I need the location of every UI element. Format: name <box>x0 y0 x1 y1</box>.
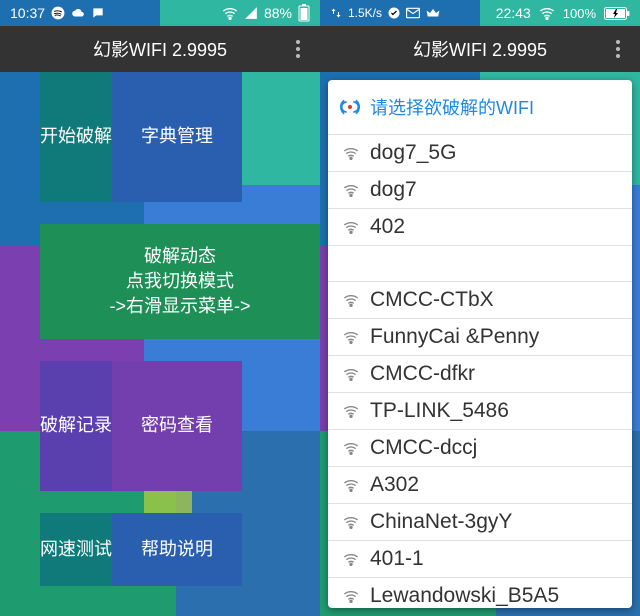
wifi-signal-icon <box>342 552 360 566</box>
transfer-icon <box>330 7 342 19</box>
wifi-ssid: dog7 <box>370 178 417 202</box>
tile-label: 点我切换模式 <box>126 269 234 294</box>
wifi-signal-icon <box>342 441 360 455</box>
wifi-item[interactable]: CMCC-dccj <box>328 430 632 467</box>
tile-password-view[interactable]: 密码查看 <box>112 361 242 491</box>
tile-crack-records[interactable]: 破解记录 <box>40 361 112 491</box>
wifi-item[interactable]: 401-1 <box>328 541 632 578</box>
screenshot-pair: 10:37 88% <box>0 0 640 616</box>
wifi-item[interactable]: TP-LINK_5486 <box>328 393 632 430</box>
wifi-ssid: CMCC-CTbX <box>370 288 494 312</box>
wifi-list[interactable]: dog7_5G dog7 402 CMCC-CTbX FunnyCai &Penny CM… <box>328 135 632 608</box>
tile-label: 破解动态 <box>144 244 216 269</box>
battery-icon <box>298 4 310 22</box>
app-bar: 幻影WIFI 2.9995 <box>0 26 320 72</box>
tile-dict-manage[interactable]: 字典管理 <box>112 72 242 202</box>
cloud-icon <box>71 6 85 20</box>
tile-label: 密码查看 <box>141 413 213 438</box>
wifi-item <box>328 246 632 282</box>
tile-label: 网速测试 <box>40 537 112 562</box>
wifi-ssid: CMCC-dfkr <box>370 362 475 386</box>
wifi-item[interactable]: FunnyCai &Penny <box>328 319 632 356</box>
phone-left: 10:37 88% <box>0 0 320 616</box>
wifi-ssid: ChinaNet-3gyY <box>370 510 512 534</box>
signal-icon <box>244 6 258 20</box>
tile-help[interactable]: 帮助说明 <box>112 513 242 586</box>
overflow-menu-button[interactable] <box>608 35 628 63</box>
wifi-ssid: CMCC-dccj <box>370 436 477 460</box>
wifi-signal-icon <box>342 515 360 529</box>
status-speed: 1.5K/s <box>348 6 382 20</box>
wifi-item[interactable]: Lewandowski_B5A5 <box>328 578 632 608</box>
wifi-ssid: 402 <box>370 215 405 239</box>
status-time: 10:37 <box>10 5 45 21</box>
dialog-title: 请选择欲破解的WIFI <box>370 94 534 120</box>
tile-start-crack[interactable]: 开始破解 <box>40 72 112 202</box>
wifi-item[interactable]: A302 <box>328 467 632 504</box>
app-title: 幻影WIFI 2.9995 <box>413 36 547 62</box>
status-bar: 10:37 88% <box>0 0 320 26</box>
dialog-header: 请选择欲破解的WIFI <box>328 80 632 135</box>
status-time: 22:43 <box>496 5 531 21</box>
wifi-select-dialog: 请选择欲破解的WIFI dog7_5G dog7 402 CMCC-CTbX Funny… <box>328 80 632 608</box>
tile-mode-switch[interactable]: 破解动态 点我切换模式 ->右滑显示菜单-> <box>40 224 320 339</box>
wifi-item[interactable]: CMCC-dfkr <box>328 356 632 393</box>
wifi-item[interactable]: dog7_5G <box>328 135 632 172</box>
overflow-menu-button[interactable] <box>288 35 308 63</box>
tile-label: ->右滑显示菜单-> <box>109 294 250 319</box>
tile-speed-test[interactable]: 网速测试 <box>40 513 112 586</box>
wifi-icon <box>539 6 555 20</box>
wifi-ssid: FunnyCai &Penny <box>370 325 539 349</box>
app-title: 幻影WIFI 2.9995 <box>93 36 227 62</box>
wifi-signal-icon <box>342 330 360 344</box>
battery-percent: 88% <box>264 5 292 21</box>
wifi-item[interactable]: dog7 <box>328 172 632 209</box>
app-bar: 幻影WIFI 2.9995 <box>320 26 640 72</box>
battery-percent: 100% <box>563 6 596 21</box>
wifi-signal-icon <box>342 146 360 160</box>
wifi-item[interactable]: ChinaNet-3gyY <box>328 504 632 541</box>
antenna-icon <box>340 97 360 117</box>
wifi-icon <box>222 6 238 20</box>
wifi-signal-icon <box>342 183 360 197</box>
phone-right: 1.5K/s 22:43 100% <box>320 0 640 616</box>
wifi-signal-icon <box>342 293 360 307</box>
wifi-ssid: 401-1 <box>370 547 424 571</box>
battery-charging-icon <box>604 7 630 20</box>
wifi-signal-icon <box>342 367 360 381</box>
wifi-ssid: TP-LINK_5486 <box>370 399 509 423</box>
wifi-signal-icon <box>342 478 360 492</box>
check-icon <box>388 7 400 19</box>
tile-grid: 开始破解 字典管理 破解动态 点我切换模式 ->右滑显示菜单-> 破解记录 密码 <box>0 72 320 616</box>
wifi-signal-icon <box>342 404 360 418</box>
wifi-ssid: dog7_5G <box>370 141 456 165</box>
wifi-ssid: A302 <box>370 473 419 497</box>
wifi-signal-icon <box>342 589 360 603</box>
chat-icon <box>91 6 105 20</box>
wifi-signal-icon <box>342 220 360 234</box>
tile-label: 字典管理 <box>141 124 213 149</box>
tile-label: 破解记录 <box>40 413 112 438</box>
spotify-icon <box>51 6 65 20</box>
mail-icon <box>406 7 420 19</box>
tile-label: 帮助说明 <box>141 537 213 562</box>
tile-label: 开始破解 <box>40 124 112 149</box>
status-bar: 1.5K/s 22:43 100% <box>320 0 640 26</box>
crown-icon <box>426 7 440 19</box>
wifi-item[interactable]: CMCC-CTbX <box>328 282 632 319</box>
wifi-ssid: Lewandowski_B5A5 <box>370 584 559 608</box>
wifi-item[interactable]: 402 <box>328 209 632 246</box>
